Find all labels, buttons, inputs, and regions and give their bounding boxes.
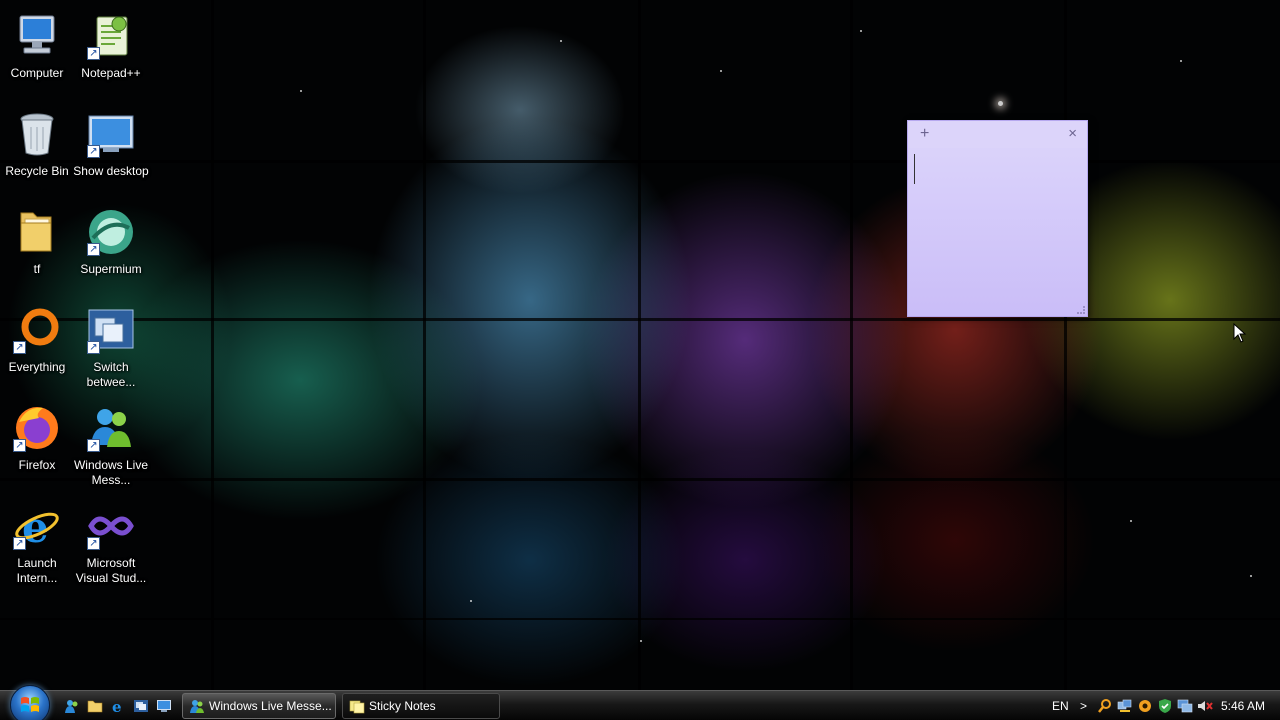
recycle-bin-icon: [11, 110, 63, 158]
star: [1180, 60, 1182, 62]
desktop-icon-label: tf: [33, 262, 41, 276]
star: [1250, 575, 1252, 577]
desktop-icon-notepad-plus-plus[interactable]: ↗ Notepad++: [74, 8, 148, 100]
desktop-icon-recycle-bin[interactable]: Recycle Bin: [0, 106, 74, 198]
shortcut-arrow-icon: ↗: [87, 145, 100, 158]
language-label: EN: [1052, 699, 1069, 713]
wallpaper-grid-line: [211, 0, 214, 690]
folder-icon: [11, 208, 63, 256]
show-desktop-icon[interactable]: [156, 698, 172, 714]
taskbar-button-windows-live-messenger[interactable]: Windows Live Messe...: [182, 693, 336, 719]
supermium-icon: ↗: [85, 208, 137, 256]
sticky-note-titlebar[interactable]: + ×: [908, 121, 1087, 148]
firefox-icon: ↗: [11, 404, 63, 452]
desktop-icon-computer[interactable]: Computer: [0, 8, 74, 100]
desktop-icon-label: Notepad++: [81, 66, 141, 80]
language-indicator[interactable]: EN: [1052, 691, 1069, 720]
notification-area: [1097, 691, 1217, 720]
text-caret: [914, 154, 915, 184]
everything-icon: ↗: [11, 306, 63, 354]
desktop-icon-label: Switch betwee...: [86, 360, 136, 389]
computer-icon: [11, 12, 63, 60]
settings-icon[interactable]: [1137, 698, 1153, 714]
desktop-icon-everything[interactable]: ↗ Everything: [0, 302, 74, 394]
clock-time: 5:46 AM: [1221, 699, 1266, 713]
search-icon[interactable]: [1097, 698, 1113, 714]
mouse-cursor-icon: [1233, 323, 1247, 343]
desktop-icon-label: Computer: [10, 66, 64, 80]
folder-icon[interactable]: [87, 698, 103, 714]
wallpaper-grid-line: [423, 0, 426, 690]
sticky-notes-icon: [349, 700, 365, 714]
resize-grip-icon[interactable]: [1077, 306, 1085, 314]
display-icon[interactable]: [1177, 698, 1193, 714]
switch-windows-icon: ↗: [85, 306, 137, 354]
shortcut-arrow-icon: ↗: [87, 47, 100, 60]
wallpaper-grid-line: [850, 0, 853, 690]
star: [860, 30, 862, 32]
add-note-button[interactable]: +: [920, 125, 929, 143]
chevron-right-icon: >: [1080, 699, 1088, 713]
taskbar-button-label: Sticky Notes: [369, 699, 436, 713]
desktop-icon-label: Everything: [8, 360, 66, 374]
shortcut-arrow-icon: ↗: [13, 341, 26, 354]
desktop-icon-visual-studio[interactable]: ↗ Microsoft Visual Stud...: [74, 498, 148, 590]
volume-muted-icon[interactable]: [1197, 698, 1213, 714]
show-desktop-icon: ↗: [85, 110, 137, 158]
desktop-icon-internet-explorer[interactable]: e ↗ Launch Intern...: [0, 498, 74, 590]
desktop-icon-windows-live-messenger[interactable]: ↗ Windows Live Mess...: [74, 400, 148, 492]
desktop-icon-show-desktop[interactable]: ↗ Show desktop: [73, 106, 149, 198]
shortcut-arrow-icon: ↗: [87, 439, 100, 452]
star: [470, 600, 472, 602]
star: [998, 101, 1003, 106]
desktop-icon-label: Windows Live Mess...: [73, 458, 149, 487]
star: [1130, 520, 1132, 522]
messenger-icon[interactable]: [64, 698, 80, 714]
desktop-icon-tf[interactable]: tf: [0, 204, 74, 296]
taskbar: e Windows Live Messe... Sticky Notes EN …: [0, 685, 1280, 720]
wallpaper-grid-line: [638, 0, 641, 690]
star: [300, 90, 302, 92]
desktop-icon-label: Firefox: [18, 458, 56, 472]
sticky-note-window[interactable]: + ×: [907, 120, 1088, 317]
windows-logo-icon: [21, 697, 39, 712]
show-hidden-icons-button[interactable]: >: [1080, 691, 1087, 720]
security-icon[interactable]: [1157, 698, 1173, 714]
desktop-icon-firefox[interactable]: ↗ Firefox: [0, 400, 74, 492]
desktop-icon-label: Recycle Bin: [5, 164, 69, 178]
visual-studio-icon: ↗: [85, 502, 137, 550]
desktop-icon-label: Launch Intern...: [16, 556, 58, 585]
desktop-icon-supermium[interactable]: ↗ Supermium: [74, 204, 148, 296]
star: [720, 70, 722, 72]
windows-live-messenger-icon: ↗: [85, 404, 137, 452]
star: [640, 640, 642, 642]
network-icon[interactable]: [1117, 698, 1133, 714]
clock[interactable]: 5:46 AM: [1221, 691, 1265, 720]
shortcut-arrow-icon: ↗: [87, 537, 100, 550]
shortcut-arrow-icon: ↗: [87, 243, 100, 256]
notepad-plus-plus-icon: ↗: [85, 12, 137, 60]
shortcut-arrow-icon: ↗: [13, 439, 26, 452]
desktop-icon-label: Supermium: [80, 262, 142, 276]
desktop-wallpaper: [0, 0, 1280, 690]
start-button[interactable]: [10, 685, 50, 720]
internet-explorer-icon[interactable]: e: [110, 698, 126, 714]
taskbar-button-sticky-notes[interactable]: Sticky Notes: [342, 693, 500, 719]
shortcut-arrow-icon: ↗: [13, 537, 26, 550]
desktop-icon-switch-windows[interactable]: ↗ Switch betwee...: [74, 302, 148, 394]
desktop-icon-label: Show desktop: [73, 164, 149, 178]
windows-live-messenger-icon: [190, 700, 204, 713]
star: [560, 40, 562, 42]
svg-text:e: e: [112, 698, 122, 714]
svg-text:e: e: [22, 503, 49, 550]
taskbar-button-label: Windows Live Messe...: [209, 699, 332, 713]
internet-explorer-icon: e ↗: [11, 502, 63, 550]
shortcut-arrow-icon: ↗: [87, 341, 100, 354]
desktop-icon-label: Microsoft Visual Stud...: [75, 556, 147, 585]
switch-windows-icon[interactable]: [133, 698, 149, 714]
sticky-note-text-area[interactable]: [908, 148, 1087, 316]
wallpaper-grid-line: [1064, 0, 1067, 690]
close-note-button[interactable]: ×: [1068, 125, 1077, 142]
